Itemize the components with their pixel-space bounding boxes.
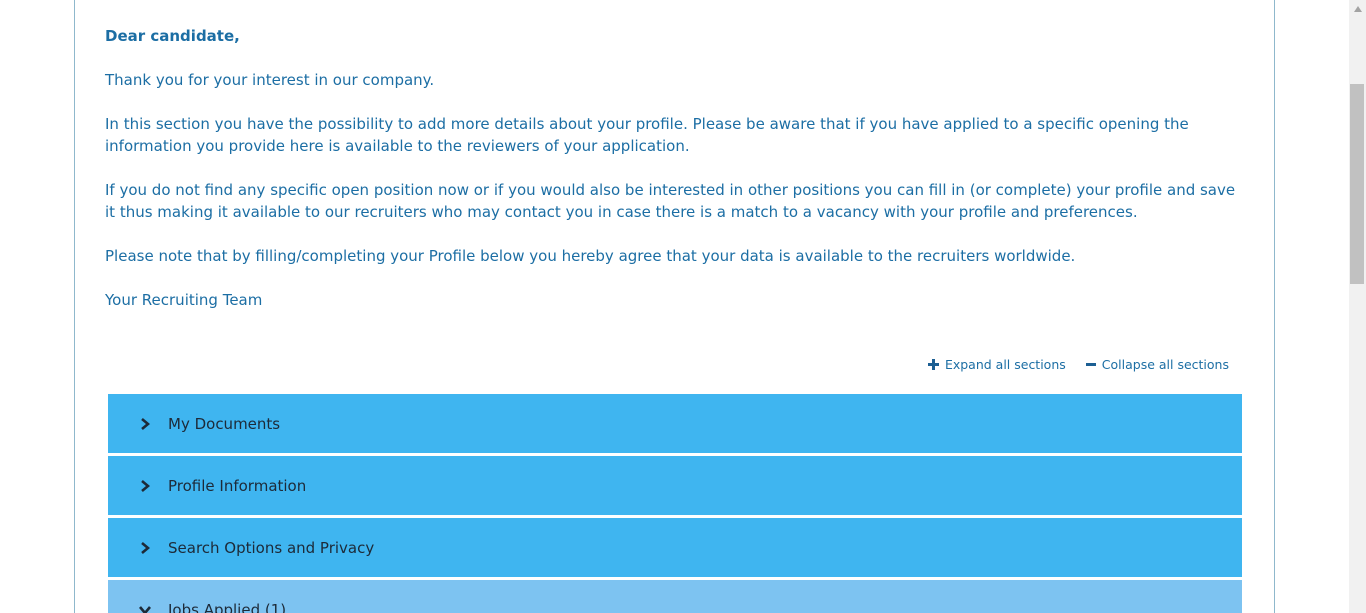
intro-paragraph: Thank you for your interest in our compa… [105, 71, 435, 89]
section-label: Profile Information [168, 476, 307, 495]
section-search-options-privacy[interactable]: Search Options and Privacy [108, 518, 1242, 577]
intro-message: Dear candidate, Thank you for your inter… [105, 25, 1245, 333]
minus-icon [1085, 358, 1096, 372]
section-label: My Documents [168, 414, 281, 433]
intro-paragraph: Please note that by filling/completing y… [105, 247, 1076, 265]
section-label: Search Options and Privacy [168, 538, 375, 557]
plus-icon [927, 358, 939, 372]
greeting: Dear candidate, [105, 27, 240, 45]
profile-page: Dear candidate, Thank you for your inter… [0, 0, 1366, 613]
collapse-all-label: Collapse all sections [1101, 357, 1229, 372]
expand-all-button[interactable]: Expand all sections [927, 357, 1066, 372]
scrollbar-thumb[interactable] [1350, 84, 1364, 284]
section-label: Jobs Applied (1) [168, 600, 287, 613]
chevron-right-icon [139, 479, 151, 492]
profile-accordion: My Documents Profile Information Search … [108, 394, 1242, 613]
intro-paragraph: If you do not find any specific open pos… [105, 181, 1236, 221]
chevron-right-icon [139, 541, 151, 554]
expand-all-label: Expand all sections [944, 357, 1066, 372]
intro-paragraph: In this section you have the possibility… [105, 115, 1189, 155]
signature: Your Recruiting Team [105, 291, 263, 309]
vertical-scrollbar[interactable] [1349, 0, 1366, 613]
chevron-down-icon [139, 605, 151, 613]
collapse-all-button[interactable]: Collapse all sections [1085, 357, 1229, 372]
scroll-up-icon[interactable] [1349, 0, 1366, 17]
chevron-right-icon [139, 417, 151, 430]
section-my-documents[interactable]: My Documents [108, 394, 1242, 453]
section-jobs-applied[interactable]: Jobs Applied (1) [108, 580, 1242, 613]
section-controls: Expand all sections Collapse all section… [927, 357, 1229, 372]
section-profile-information[interactable]: Profile Information [108, 456, 1242, 515]
